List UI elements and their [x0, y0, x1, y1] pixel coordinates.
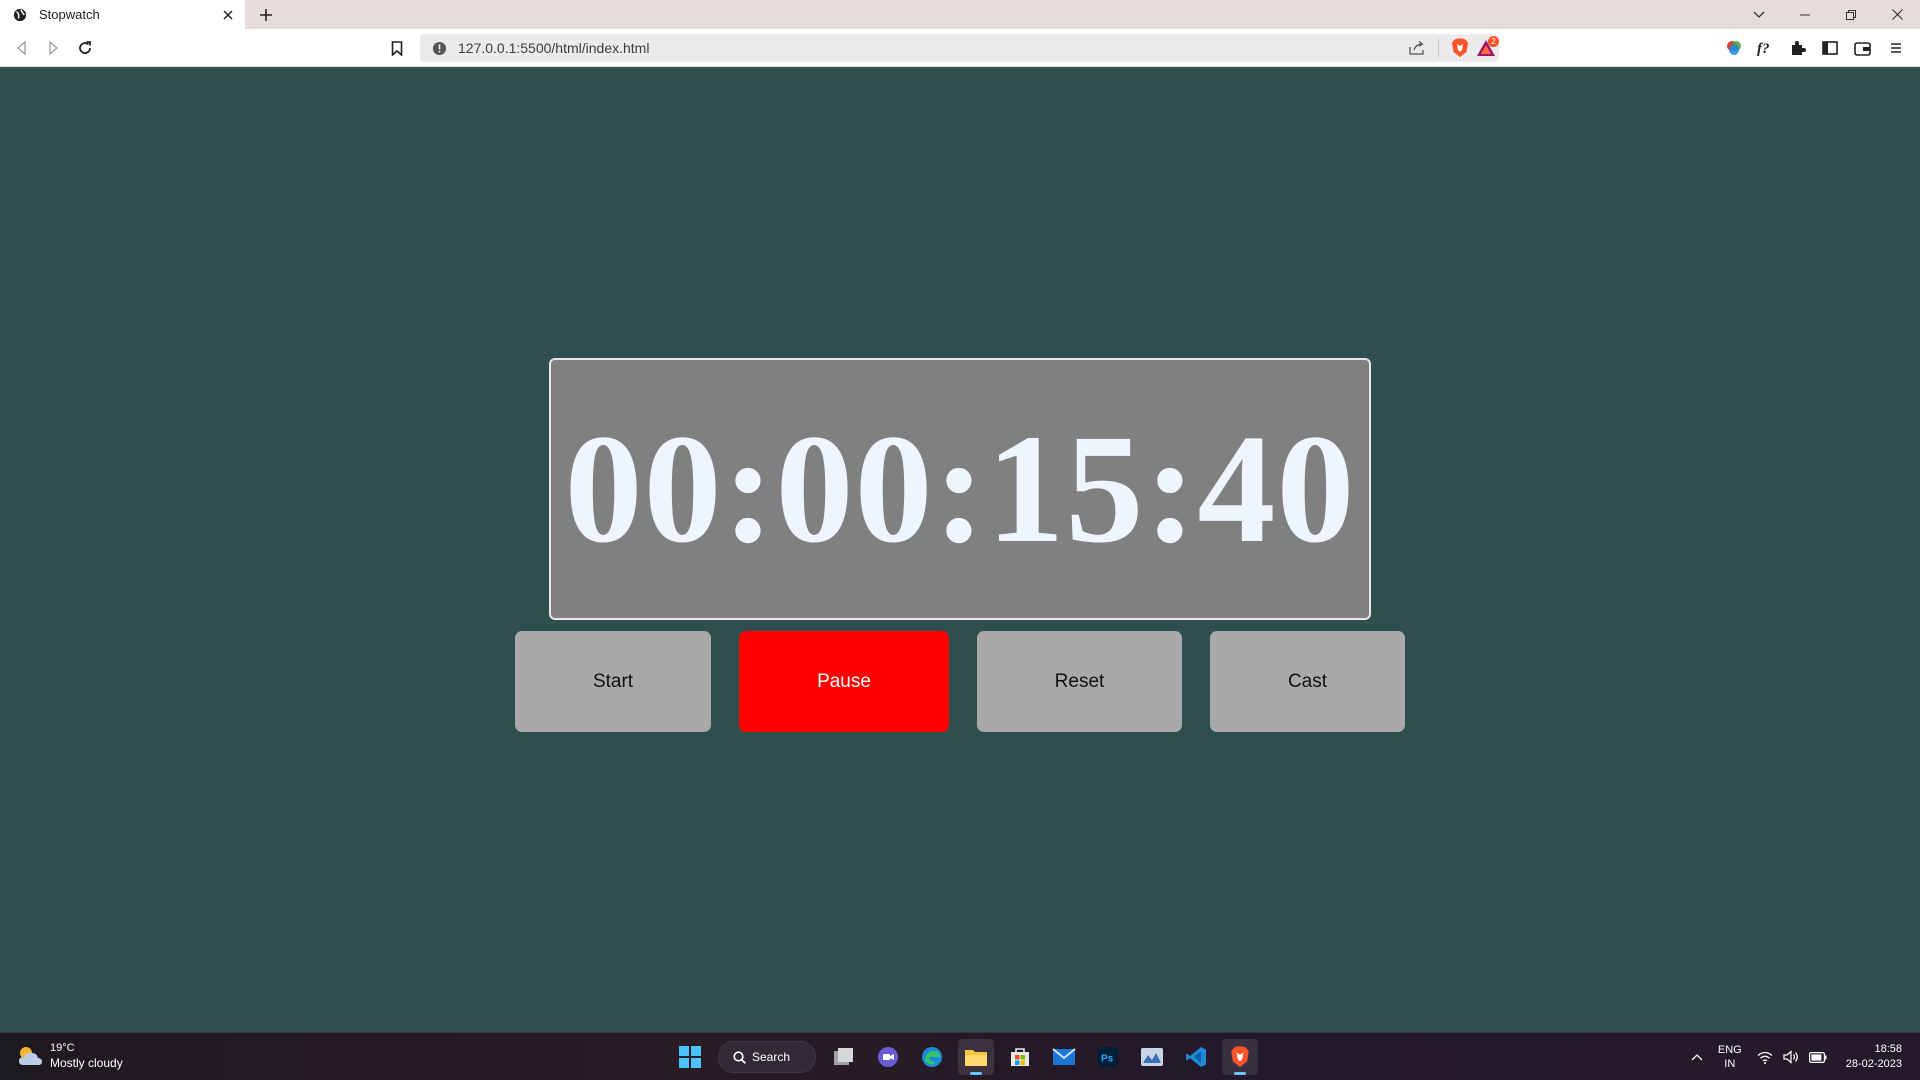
wallet-icon[interactable] [1850, 36, 1874, 60]
reset-button[interactable]: Reset [977, 631, 1182, 732]
close-tab-icon[interactable] [217, 4, 239, 26]
reload-icon[interactable] [73, 36, 97, 60]
color-extension-icon[interactable] [1722, 36, 1746, 60]
extensions-puzzle-icon[interactable] [1786, 36, 1810, 60]
tab-search-chevron-icon[interactable] [1736, 0, 1782, 29]
mail-icon[interactable] [1046, 1039, 1082, 1075]
show-hidden-icons-chevron-icon[interactable] [1691, 1053, 1703, 1061]
photoshop-icon[interactable]: Ps [1090, 1039, 1126, 1075]
edge-browser-icon[interactable] [914, 1039, 950, 1075]
language-indicator[interactable]: ENG IN [1718, 1043, 1742, 1071]
teams-chat-icon[interactable] [870, 1039, 906, 1075]
taskbar-search[interactable]: Search [718, 1041, 816, 1073]
battery-icon[interactable] [1808, 1051, 1827, 1063]
microsoft-store-icon[interactable] [1002, 1039, 1038, 1075]
language-code: ENG [1717, 1044, 1742, 1056]
brave-rewards-icon[interactable]: 2 [1473, 36, 1499, 60]
pause-button[interactable]: Pause [739, 631, 949, 732]
search-label: Search [752, 1050, 791, 1064]
file-explorer-icon[interactable] [958, 1039, 994, 1075]
weather-temperature: 19°C [50, 1042, 75, 1054]
svg-text:Ps: Ps [1101, 1054, 1114, 1065]
time-readout: 00:00:15:40 [564, 402, 1356, 575]
cast-button[interactable]: Cast [1210, 631, 1405, 732]
task-view-icon[interactable] [826, 1039, 862, 1075]
taskbar-clock[interactable]: 18:58 28-02-2023 [1846, 1042, 1902, 1072]
new-tab-button[interactable] [254, 3, 278, 27]
clock-time: 18:58 [1874, 1043, 1902, 1055]
clock-date: 28-02-2023 [1845, 1058, 1902, 1070]
wifi-icon[interactable] [1757, 1051, 1773, 1064]
browser-tab[interactable]: Stopwatch [0, 0, 245, 29]
window-controls [1736, 0, 1920, 29]
forward-icon[interactable] [41, 36, 65, 60]
divider [1438, 39, 1439, 57]
vscode-icon[interactable] [1178, 1039, 1214, 1075]
back-icon[interactable] [10, 36, 34, 60]
browser-toolbar: 127.0.0.1:5500/html/index.html 2 f? [0, 29, 1920, 67]
globe-icon [12, 7, 28, 23]
close-window-icon[interactable] [1874, 0, 1920, 29]
site-info-icon[interactable] [431, 40, 447, 56]
sidebar-toggle-icon[interactable] [1818, 36, 1842, 60]
restore-icon[interactable] [1828, 0, 1874, 29]
rewards-badge: 2 [1488, 36, 1499, 47]
minimize-icon[interactable] [1782, 0, 1828, 29]
bookmark-icon[interactable] [385, 36, 409, 60]
taskbar-apps: Search Ps [668, 1039, 1262, 1075]
share-icon[interactable] [1404, 36, 1430, 60]
search-icon [733, 1050, 746, 1064]
svg-text:f?: f? [1757, 41, 1770, 57]
menu-icon[interactable] [1884, 36, 1908, 60]
windows-taskbar: 19°C Mostly cloudy Search Ps ENG IN 18:5… [0, 1032, 1920, 1080]
start-button[interactable]: Start [515, 631, 711, 732]
brave-shields-icon[interactable] [1447, 36, 1473, 60]
tab-title: Stopwatch [39, 7, 100, 22]
brave-browser-icon[interactable] [1222, 1039, 1258, 1075]
region-code: IN [1724, 1058, 1736, 1070]
browser-tab-strip: Stopwatch [0, 0, 1920, 29]
url-text[interactable]: 127.0.0.1:5500/html/index.html [458, 40, 1404, 56]
windows-start-icon[interactable] [672, 1039, 708, 1075]
weather-widget[interactable]: 19°C Mostly cloudy [16, 1041, 123, 1071]
volume-icon[interactable] [1783, 1050, 1799, 1064]
cloudy-weather-icon [19, 1047, 42, 1065]
address-bar[interactable]: 127.0.0.1:5500/html/index.html 2 [420, 34, 1499, 62]
weather-description: Mostly cloudy [50, 1056, 123, 1070]
font-extension-icon[interactable]: f? [1754, 36, 1778, 60]
system-tray: ENG IN 18:58 28-02-2023 [1686, 1033, 1920, 1080]
photos-icon[interactable] [1134, 1039, 1170, 1075]
stopwatch-display: 00:00:15:40 [549, 358, 1371, 620]
